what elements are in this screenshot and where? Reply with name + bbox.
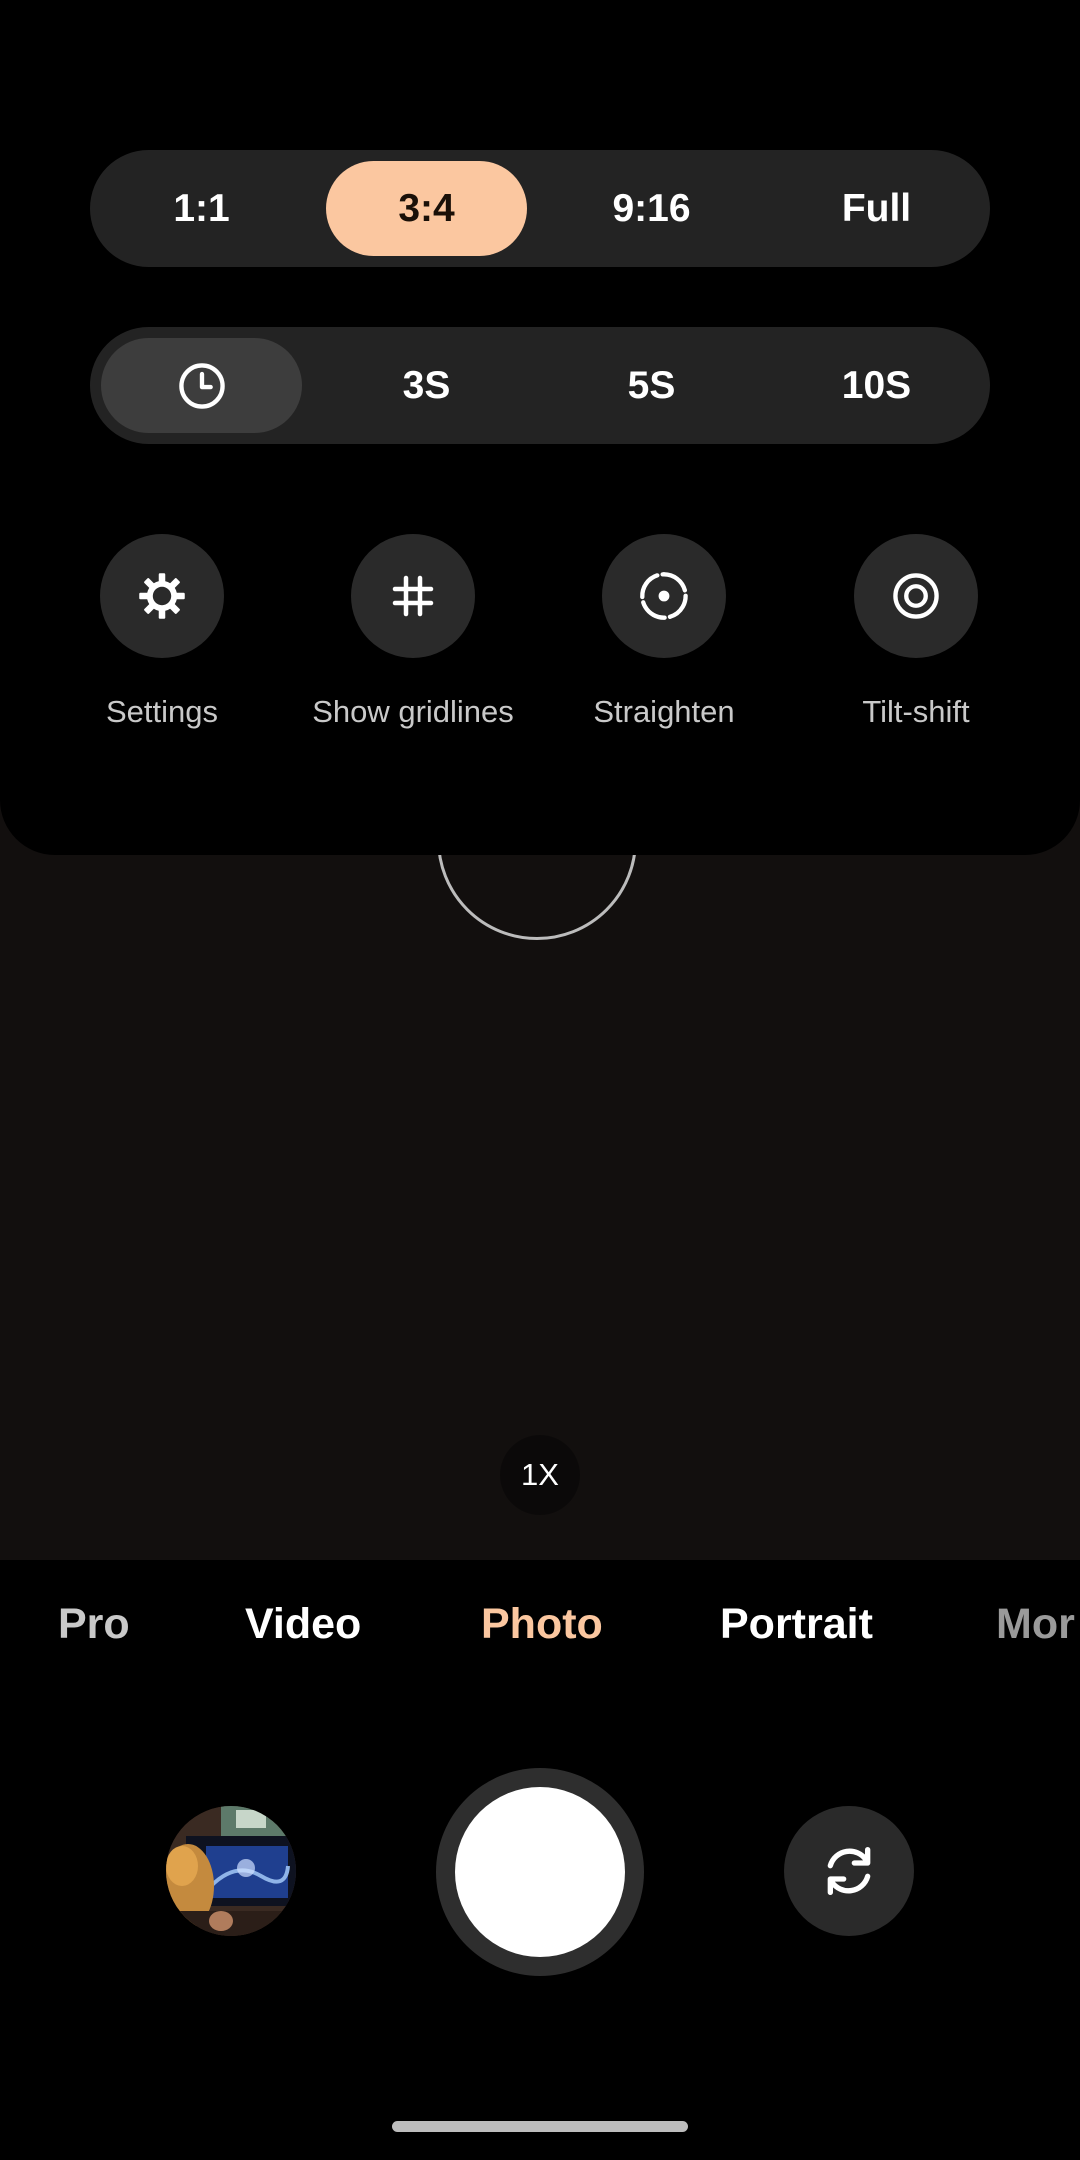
mode-pro[interactable]: Pro (58, 1600, 130, 1649)
mode-video[interactable]: Video (245, 1600, 361, 1649)
switch-camera-button[interactable] (784, 1806, 914, 1936)
mode-selector: Pro Video Photo Portrait Mor (0, 1600, 1080, 1680)
aspect-ratio-selector: 1:1 3:4 9:16 Full (90, 150, 990, 267)
timer-label: 10S (841, 363, 912, 407)
switch-camera-icon (827, 1847, 871, 1895)
timer-off-option[interactable] (101, 338, 302, 433)
straighten-label: Straighten (593, 694, 735, 729)
camera-screen: 1X 1:1 3:4 9:16 Full 3S 5S 10S Settings … (0, 0, 1080, 2160)
settings-label: Settings (105, 694, 218, 729)
quick-settings-panel: 1:1 3:4 9:16 Full 3S 5S 10S Settings Sho… (0, 0, 1080, 855)
timer-label: 5S (627, 363, 676, 407)
zoom-label: 1X (521, 1457, 559, 1492)
settings-toggle[interactable]: Settings (37, 534, 287, 734)
aspect-ratio-9-16[interactable]: 9:16 (551, 161, 752, 256)
aspect-ratio-1-1[interactable]: 1:1 (101, 161, 302, 256)
gridlines-label: Show gridlines (312, 694, 514, 729)
mode-more[interactable]: Mor (996, 1600, 1075, 1649)
gridlines-toggle[interactable]: Show gridlines (288, 534, 538, 734)
gallery-thumbnail[interactable] (166, 1806, 296, 1936)
tilt-shift-label: Tilt-shift (862, 694, 970, 729)
tilt-shift-toggle[interactable]: Tilt-shift (791, 534, 1041, 734)
aspect-ratio-full[interactable]: Full (776, 161, 977, 256)
mode-portrait[interactable]: Portrait (720, 1600, 873, 1649)
aspect-ratio-label: 1:1 (173, 186, 230, 230)
gallery-thumbnail-image (166, 1806, 296, 1936)
aspect-ratio-3-4[interactable]: 3:4 (326, 161, 527, 256)
shutter-button[interactable] (436, 1768, 644, 1976)
clock-icon (178, 362, 225, 409)
mode-photo[interactable]: Photo (481, 1600, 603, 1649)
aspect-ratio-label: 9:16 (612, 186, 691, 230)
gear-icon (139, 573, 185, 619)
home-indicator[interactable] (392, 2121, 688, 2132)
grid-icon (392, 575, 434, 617)
tilt-shift-button[interactable] (854, 534, 978, 658)
straighten-button[interactable] (602, 534, 726, 658)
timer-label: 3S (402, 363, 451, 407)
aspect-ratio-label: Full (841, 186, 912, 230)
shutter-button-inner (455, 1787, 625, 1957)
aspect-ratio-label: 3:4 (398, 186, 455, 230)
timer-5s-option[interactable]: 5S (551, 338, 752, 433)
tilt-shift-icon (893, 573, 939, 619)
timer-selector: 3S 5S 10S (90, 327, 990, 444)
settings-button[interactable] (100, 534, 224, 658)
straighten-icon (640, 572, 688, 620)
zoom-button[interactable]: 1X (500, 1435, 580, 1515)
gridlines-button[interactable] (351, 534, 475, 658)
straighten-toggle[interactable]: Straighten (539, 534, 789, 734)
timer-3s-option[interactable]: 3S (326, 338, 527, 433)
timer-10s-option[interactable]: 10S (776, 338, 977, 433)
